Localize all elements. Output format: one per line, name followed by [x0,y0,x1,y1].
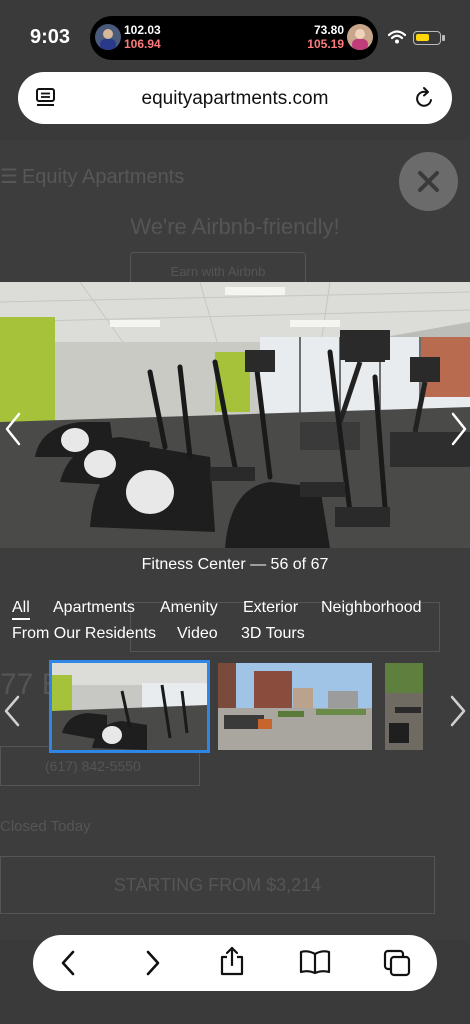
ticker-right-up: 73.80 [313,23,344,37]
close-icon [418,171,439,192]
battery-icon [413,31,445,45]
back-icon[interactable] [59,949,77,977]
thumbnail-rooftop-deck[interactable] [218,663,372,750]
share-icon[interactable] [219,946,245,976]
tab-neighborhood[interactable]: Neighborhood [321,599,422,617]
ticker-avatar-left [95,24,121,50]
gallery-photo[interactable] [0,282,470,548]
address-bar[interactable]: equityapartments.com [18,72,452,124]
thumbnail-fitness-center[interactable] [49,660,210,753]
close-gallery-button[interactable] [399,152,458,211]
url-text: equityapartments.com [141,88,329,109]
tabs-icon[interactable] [383,949,411,977]
photo-caption: Fitness Center — 56 of 67 [141,556,329,573]
status-time: 9:03 [30,26,71,48]
fitness-center-photo [0,282,470,548]
tab-all[interactable]: All [12,599,30,620]
chevron-left-icon[interactable] [4,412,22,446]
status-bar: 9:03 102.03 106.94 73.80 105.19 [0,0,470,72]
thumbs-next-icon[interactable] [449,695,467,727]
chevron-right-icon[interactable] [450,412,468,446]
thumbnail-strip [0,660,470,754]
browser-toolbar [33,935,437,991]
ticker-right-down: 105.19 [307,37,344,51]
site-brand: Equity Apartments [21,166,185,188]
ticker-left-down: 106.94 [124,37,161,51]
thumbnail-patio[interactable] [385,663,423,750]
wifi-icon [388,30,406,44]
ticker-left: 102.03 106.94 [124,23,161,51]
ticker-right: 73.80 105.19 [307,23,344,51]
thumbs-prev-icon[interactable] [3,695,21,727]
ticker-avatar-right [347,24,373,50]
tabs-row-2: From Our Residents Video 3D Tours [12,623,462,649]
site-header: ☰ Equity Apartments [0,164,184,189]
starting-price: STARTING FROM $3,214 [0,856,435,914]
tabs-row-1: All Apartments Amenity Exterior Neighbor… [12,597,462,623]
dynamic-island[interactable]: 102.03 106.94 73.80 105.19 [90,16,378,60]
tab-from-our-residents[interactable]: From Our Residents [12,625,156,643]
gallery-filter-tabs: All Apartments Amenity Exterior Neighbor… [12,597,462,649]
tab-amenity[interactable]: Amenity [160,599,218,617]
tab-exterior[interactable]: Exterior [243,599,298,617]
tab-video[interactable]: Video [177,625,218,643]
hours-text: Closed Today [0,818,91,835]
reload-icon[interactable] [414,86,436,110]
hamburger-icon: ☰ [0,166,18,188]
forward-icon[interactable] [144,949,162,977]
book-icon[interactable] [299,949,331,975]
tab-apartments[interactable]: Apartments [53,599,135,617]
promo-headline: We're Airbnb-friendly! [130,214,340,239]
ticker-left-up: 102.03 [124,23,161,37]
tab-3d-tours[interactable]: 3D Tours [241,625,305,643]
